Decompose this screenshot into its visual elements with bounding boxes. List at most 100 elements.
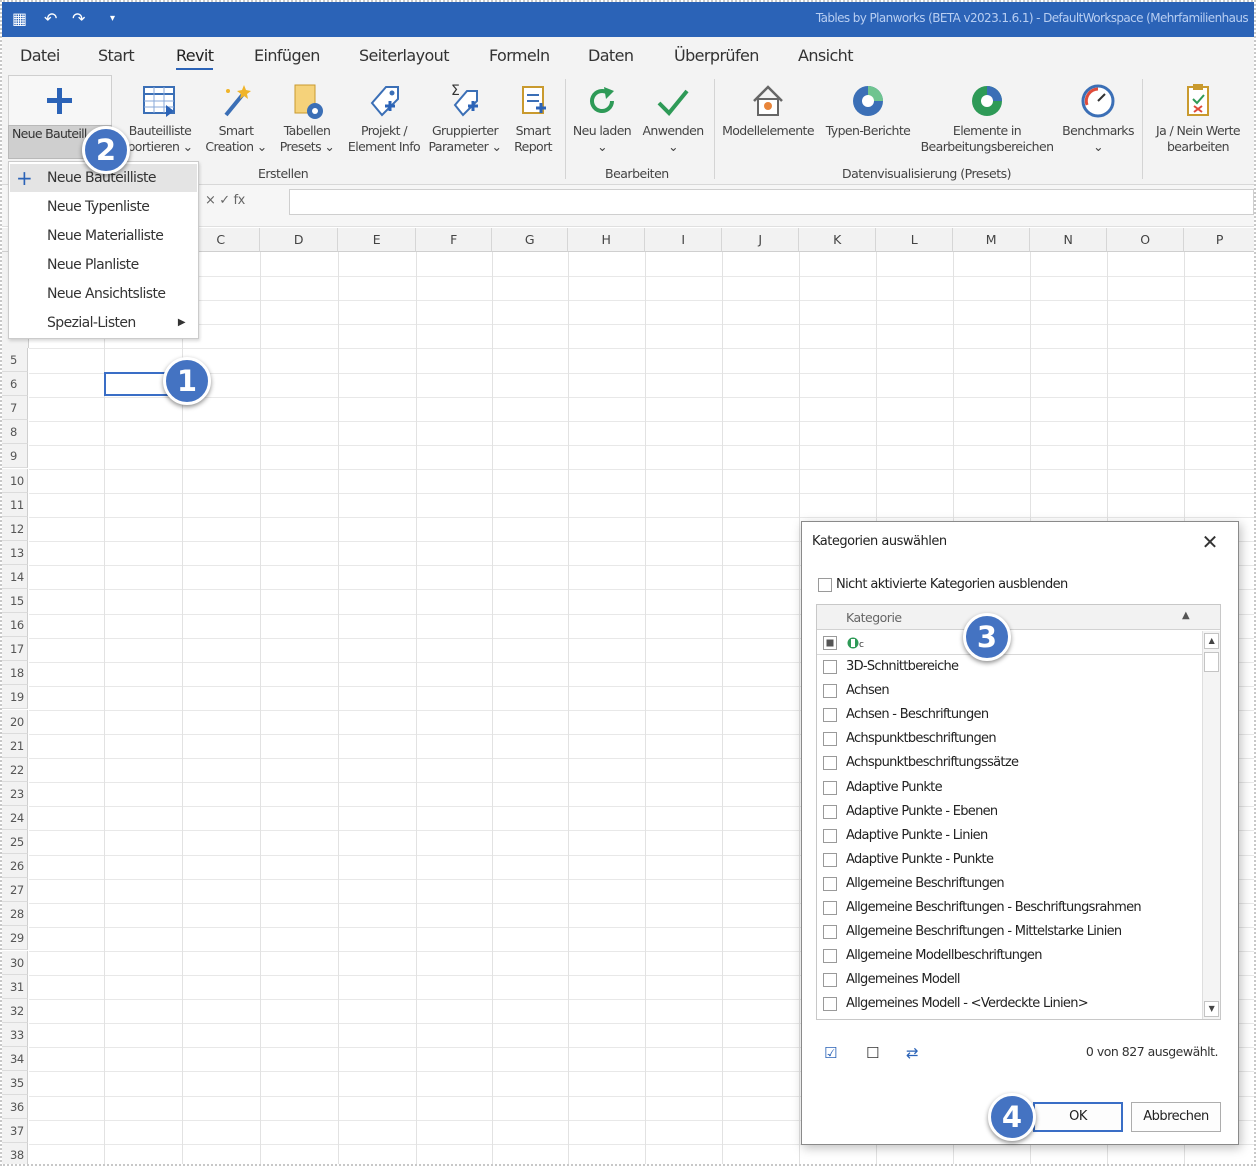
- quick-access-dropdown-icon[interactable]: ▾: [110, 9, 115, 29]
- row-header[interactable]: 27: [2, 878, 28, 903]
- gruppierter-parameter-button[interactable]: Σ Gruppierter Parameter ⌄: [426, 77, 504, 155]
- row-header[interactable]: 22: [2, 757, 28, 782]
- category-row[interactable]: Adaptive Punkte - Punkte: [817, 849, 1203, 873]
- tab-seitenlayout[interactable]: Seiterlayout: [359, 46, 449, 65]
- category-row[interactable]: Adaptive Punkte - Ebenen: [817, 801, 1203, 825]
- formula-bar-icons[interactable]: × ✓ fx: [205, 193, 245, 208]
- row-header[interactable]: 16: [2, 613, 28, 638]
- column-header[interactable]: G: [492, 228, 568, 252]
- modellelemente-button[interactable]: Modellelemente: [720, 77, 816, 139]
- cancel-button[interactable]: Abbrechen: [1131, 1102, 1221, 1132]
- row-header[interactable]: 20: [2, 709, 28, 734]
- category-checkbox[interactable]: [823, 804, 837, 819]
- category-row[interactable]: Allgemeine Beschriftungen: [817, 873, 1203, 897]
- tab-ueberpruefen[interactable]: Überprüfen: [674, 46, 759, 65]
- tab-start[interactable]: Start: [98, 46, 135, 65]
- column-header[interactable]: O: [1107, 228, 1184, 252]
- category-row[interactable]: Allgemeines Modell: [817, 969, 1203, 993]
- row-header[interactable]: 30: [2, 950, 28, 975]
- typen-berichte-button[interactable]: Typen-Berichte: [820, 77, 916, 139]
- column-header[interactable]: H: [568, 228, 645, 252]
- tab-daten[interactable]: Daten: [588, 46, 634, 65]
- scroll-thumb[interactable]: [1204, 652, 1219, 672]
- row-header[interactable]: 21: [2, 733, 28, 758]
- ok-button[interactable]: OK: [1033, 1102, 1123, 1132]
- category-list[interactable]: Kategorie ▲ c 3D-Schnittbereiche Achsen Ac…: [816, 604, 1221, 1020]
- neu-laden-button[interactable]: Neu laden ⌄: [570, 77, 634, 155]
- app-grid-icon[interactable]: ▦: [12, 9, 27, 29]
- category-row[interactable]: Achspunktbeschriftungen: [817, 728, 1203, 752]
- projekt-element-info-button[interactable]: Projekt / Element Info: [345, 77, 423, 155]
- column-header[interactable]: I: [645, 228, 722, 252]
- category-checkbox[interactable]: [823, 684, 837, 699]
- ja-nein-werte-bearbeiten-button[interactable]: Ja / Nein Werte bearbeiten: [1148, 77, 1248, 155]
- column-header[interactable]: P: [1184, 228, 1254, 252]
- benchmarks-button[interactable]: Benchmarks ⌄: [1060, 77, 1136, 155]
- menu-item-neue-typenliste[interactable]: Neue Typenliste: [10, 193, 197, 221]
- category-checkbox[interactable]: [823, 949, 837, 964]
- invert-selection-icon[interactable]: ⇄: [906, 1044, 919, 1062]
- redo-icon[interactable]: ↷: [72, 9, 85, 29]
- scroll-down-icon[interactable]: ▼: [1204, 1001, 1219, 1017]
- category-row[interactable]: 3D-Schnittbereiche: [817, 656, 1203, 680]
- category-checkbox[interactable]: [823, 925, 837, 940]
- tab-ansicht[interactable]: Ansicht: [798, 46, 853, 65]
- row-header[interactable]: 9: [2, 444, 28, 469]
- row-header[interactable]: 18: [2, 661, 28, 686]
- row-header[interactable]: 7: [2, 396, 28, 421]
- category-checkbox[interactable]: [823, 732, 837, 747]
- row-header[interactable]: 17: [2, 637, 28, 662]
- row-header[interactable]: 37: [2, 1119, 28, 1144]
- category-row[interactable]: Achspunktbeschriftungssätze: [817, 752, 1203, 776]
- column-header[interactable]: F: [416, 228, 492, 252]
- category-checkbox[interactable]: [823, 708, 837, 723]
- category-checkbox[interactable]: [823, 660, 837, 674]
- category-checkbox[interactable]: [823, 997, 837, 1012]
- menu-item-neue-materialliste[interactable]: Neue Materialliste: [10, 222, 197, 250]
- row-header[interactable]: 11: [2, 492, 28, 517]
- elemente-in-bearbeitungsbereichen-button[interactable]: Elemente in Bearbeitungsbereichen: [920, 77, 1054, 155]
- category-column-header[interactable]: Kategorie ▲: [817, 605, 1220, 630]
- formula-input[interactable]: [289, 189, 1254, 215]
- category-row[interactable]: Allgemeine Beschriftungen - Mittelstarke…: [817, 921, 1203, 945]
- category-row[interactable]: Adaptive Punkte - Linien: [817, 825, 1203, 849]
- bauteilliste-importieren-button[interactable]: Bauteilliste portieren ⌄: [120, 77, 200, 155]
- tab-revit[interactable]: Revit: [176, 46, 214, 70]
- column-header[interactable]: K: [799, 228, 876, 252]
- category-checkbox[interactable]: [823, 756, 837, 771]
- column-header[interactable]: D: [260, 228, 338, 252]
- smart-report-button[interactable]: Smart Report: [508, 77, 558, 155]
- row-header[interactable]: 24: [2, 805, 28, 830]
- category-checkbox[interactable]: [823, 876, 837, 891]
- category-checkbox[interactable]: [823, 852, 837, 867]
- category-row[interactable]: Allgemeine Beschriftungen - Beschriftung…: [817, 897, 1203, 921]
- menu-item-spezial-listen[interactable]: Spezial-Listen ▶: [10, 309, 197, 337]
- select-all-icon[interactable]: ☑: [824, 1044, 837, 1062]
- row-header[interactable]: 29: [2, 926, 28, 951]
- column-header[interactable]: E: [338, 228, 416, 252]
- filter-toggle-icon[interactable]: [823, 636, 837, 650]
- select-none-icon[interactable]: ☐: [866, 1044, 879, 1062]
- row-header[interactable]: 15: [2, 589, 28, 613]
- neue-bauteilliste-button[interactable]: [8, 75, 112, 125]
- category-row[interactable]: Allgemeines Modell - <Verdeckte Linien>: [817, 993, 1203, 1017]
- column-header[interactable]: M: [953, 228, 1030, 252]
- category-checkbox[interactable]: [823, 828, 837, 843]
- row-header[interactable]: 28: [2, 902, 28, 927]
- row-header[interactable]: 6: [2, 372, 28, 397]
- category-scrollbar[interactable]: ▲ ▼: [1202, 631, 1220, 1019]
- row-header[interactable]: 38: [2, 1143, 28, 1164]
- row-header[interactable]: 13: [2, 540, 28, 565]
- row-header[interactable]: 33: [2, 1022, 28, 1047]
- row-header[interactable]: 12: [2, 516, 28, 541]
- close-icon[interactable]: ✕: [1202, 530, 1219, 554]
- menu-item-neue-planliste[interactable]: Neue Planliste: [10, 251, 197, 279]
- column-header[interactable]: L: [876, 228, 953, 252]
- menu-item-neue-ansichtsliste[interactable]: Neue Ansichtsliste: [10, 280, 197, 308]
- row-header[interactable]: 14: [2, 564, 28, 589]
- row-header[interactable]: 19: [2, 685, 28, 710]
- row-header[interactable]: 25: [2, 830, 28, 854]
- smart-creation-button[interactable]: Smart Creation ⌄: [203, 77, 269, 155]
- category-row[interactable]: Achsen - Beschriftungen: [817, 704, 1203, 728]
- column-header[interactable]: J: [722, 228, 799, 252]
